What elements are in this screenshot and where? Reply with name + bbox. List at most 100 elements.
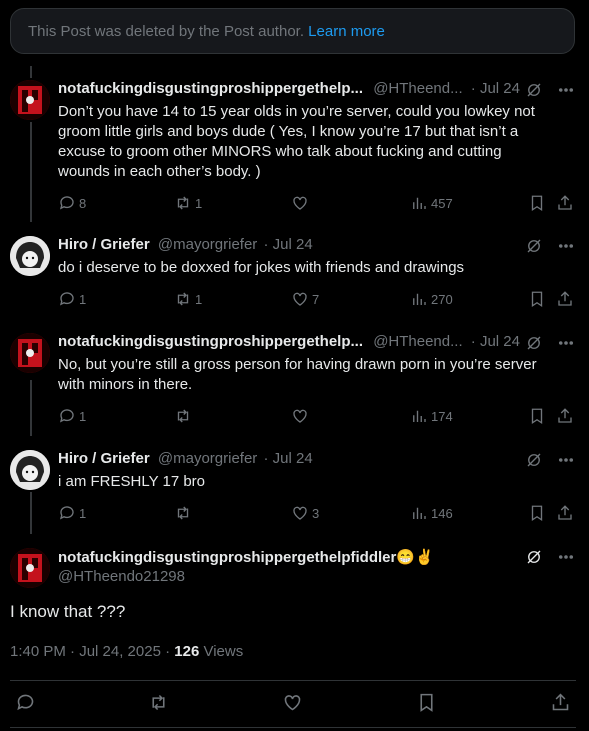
- grok-icon[interactable]: [525, 81, 543, 104]
- bookmark-button[interactable]: [528, 407, 546, 425]
- reply-button[interactable]: 8: [58, 194, 86, 212]
- repost-button[interactable]: 1: [174, 194, 202, 212]
- views-button[interactable]: 270: [410, 290, 453, 308]
- share-icon: [556, 504, 574, 522]
- bookmark-icon: [528, 407, 546, 425]
- share-icon[interactable]: [550, 692, 571, 718]
- like-button[interactable]: [291, 194, 312, 212]
- reply-icon: [58, 407, 76, 425]
- view-count: 126: [174, 643, 200, 660]
- tweet-header: Hiro / Griefer @mayorgriefer · Jul 24: [58, 236, 577, 256]
- reply-count: 8: [79, 195, 87, 211]
- like-button[interactable]: [291, 407, 312, 425]
- view-count: 174: [431, 408, 453, 424]
- bookmark-icon[interactable]: [416, 692, 437, 718]
- post-text: I know that ???: [10, 602, 126, 621]
- handle[interactable]: @HTheend...: [373, 333, 462, 350]
- display-name[interactable]: notafuckingdisgustingproshippergethelpfi…: [58, 549, 396, 566]
- reply-icon: [58, 504, 76, 522]
- tweet-header: notafuckingdisgustingproshippergethelp..…: [58, 80, 577, 100]
- repost-button[interactable]: 1: [174, 290, 202, 308]
- reply-count: 1: [79, 505, 87, 521]
- display-name[interactable]: Hiro / Griefer: [58, 450, 150, 467]
- heart-icon: [291, 194, 309, 212]
- like-count: 7: [312, 291, 320, 307]
- reply-icon: [58, 290, 76, 308]
- tweet-header: Hiro / Griefer @mayorgriefer · Jul 24: [58, 450, 577, 470]
- author-name-row: notafuckingdisgustingproshippergethelpfi…: [58, 548, 577, 568]
- repost-button[interactable]: [174, 407, 195, 425]
- avatar[interactable]: [10, 450, 50, 490]
- more-icon[interactable]: [557, 237, 575, 260]
- grok-icon[interactable]: [525, 334, 543, 357]
- views-icon: [410, 194, 428, 212]
- views-button[interactable]: 146: [410, 504, 453, 522]
- deleted-notice-text: This Post was deleted by the Post author…: [28, 23, 304, 40]
- handle[interactable]: @mayorgriefer: [158, 450, 257, 467]
- timestamp[interactable]: · Jul 24: [263, 450, 312, 467]
- view-count: 146: [431, 505, 453, 521]
- tweet-text: Don’t you have 14 to 15 year olds in you…: [58, 103, 535, 180]
- bookmark-button[interactable]: [528, 290, 546, 308]
- avatar[interactable]: [10, 333, 50, 373]
- more-icon[interactable]: [557, 81, 575, 104]
- views-icon: [410, 504, 428, 522]
- like-button[interactable]: 7: [291, 290, 319, 308]
- grok-icon[interactable]: [525, 237, 543, 260]
- bookmark-button[interactable]: [528, 504, 546, 522]
- repost-icon: [174, 194, 192, 212]
- views-button[interactable]: 457: [410, 194, 453, 212]
- avatar[interactable]: [10, 236, 50, 276]
- avatar[interactable]: [10, 80, 50, 120]
- heart-icon: [291, 290, 309, 308]
- timestamp[interactable]: · Jul 24: [471, 80, 520, 97]
- grok-icon[interactable]: [525, 451, 543, 474]
- timestamp[interactable]: · Jul 24: [263, 236, 312, 253]
- view-count: 270: [431, 291, 453, 307]
- reply-icon: [58, 194, 76, 212]
- reply-button[interactable]: 1: [58, 504, 86, 522]
- display-name[interactable]: notafuckingdisgustingproshippergethelp..…: [58, 80, 363, 97]
- more-icon[interactable]: [557, 334, 575, 357]
- tweet-text: i am FRESHLY 17 bro: [58, 473, 206, 490]
- action-bar: [10, 690, 576, 716]
- heart-icon[interactable]: [282, 692, 303, 718]
- grok-icon[interactable]: [525, 548, 543, 571]
- timestamp[interactable]: · Jul 24: [471, 333, 520, 350]
- reply-count: 1: [79, 291, 87, 307]
- share-button[interactable]: [556, 194, 574, 212]
- tweet-header: notafuckingdisgustingproshippergethelp..…: [58, 333, 577, 353]
- divider: [10, 727, 576, 728]
- more-icon[interactable]: [557, 548, 575, 571]
- reply-button[interactable]: 1: [58, 407, 86, 425]
- tweet-text: do i deserve to be doxxed for jokes with…: [58, 259, 465, 276]
- reply-icon[interactable]: [15, 692, 36, 718]
- tweet-actions: 1 174: [58, 407, 578, 427]
- repost-button[interactable]: [174, 504, 195, 522]
- display-name[interactable]: Hiro / Griefer: [58, 236, 150, 253]
- bookmark-icon: [528, 290, 546, 308]
- share-button[interactable]: [556, 290, 574, 308]
- repost-icon[interactable]: [148, 692, 169, 718]
- avatar[interactable]: [10, 548, 50, 588]
- handle[interactable]: @mayorgriefer: [158, 236, 257, 253]
- reply-count: 1: [79, 408, 87, 424]
- heart-icon: [291, 504, 309, 522]
- more-icon[interactable]: [557, 451, 575, 474]
- like-button[interactable]: 3: [291, 504, 319, 522]
- heart-icon: [291, 407, 309, 425]
- views-button[interactable]: 174: [410, 407, 453, 425]
- repost-icon: [174, 504, 192, 522]
- author-handle-row: @HTheendo21298: [58, 568, 577, 588]
- reply-button[interactable]: 1: [58, 290, 86, 308]
- learn-more-link[interactable]: Learn more: [308, 23, 385, 40]
- display-name[interactable]: notafuckingdisgustingproshippergethelp..…: [58, 333, 363, 350]
- share-button[interactable]: [556, 504, 574, 522]
- post-timestamp[interactable]: 1:40 PM · Jul 24, 2025 ·: [10, 643, 174, 660]
- tweet-actions: 1 1 7 270: [58, 290, 578, 310]
- bookmark-button[interactable]: [528, 194, 546, 212]
- share-icon: [556, 407, 574, 425]
- share-button[interactable]: [556, 407, 574, 425]
- handle[interactable]: @HTheend...: [373, 80, 462, 97]
- handle[interactable]: @HTheendo21298: [58, 568, 185, 585]
